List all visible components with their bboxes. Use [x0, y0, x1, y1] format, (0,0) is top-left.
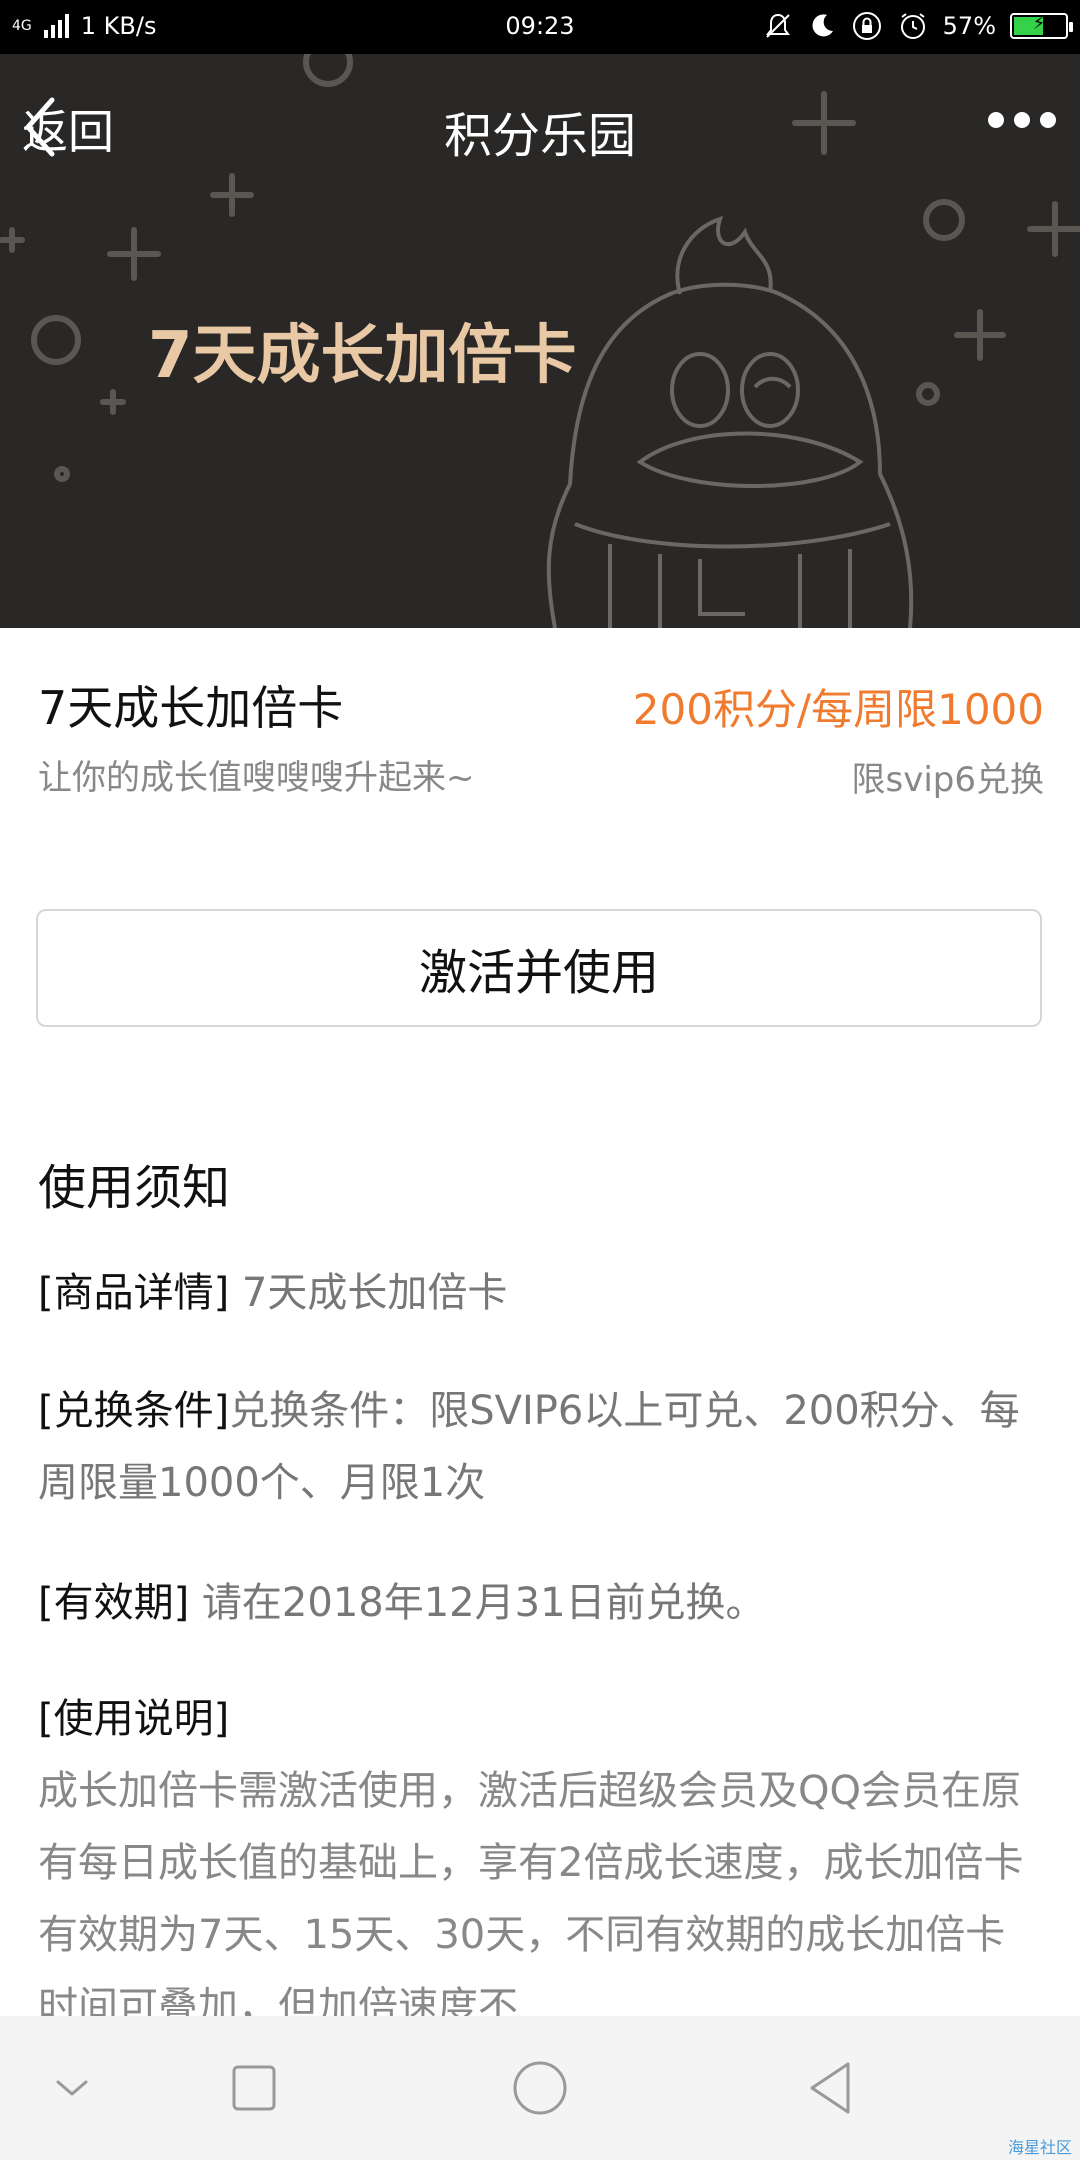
status-bar: 4G 1 KB/s 09:23 57% ⚡	[0, 0, 1080, 54]
chevron-down-icon[interactable]	[42, 2058, 102, 2118]
more-dot-icon	[1040, 112, 1056, 128]
product-name: 7天成长加倍卡	[38, 681, 344, 735]
notice-item-validity: [有效期] 请在2018年12月31日前兑换。	[38, 1567, 1044, 1639]
notice-tag: [商品详情]	[38, 1270, 230, 1316]
page-title: 积分乐园	[443, 108, 636, 164]
notice-item-usage: [使用说明] 成长加倍卡需激活使用，激活后超级会员及QQ会员在原有每日成长值的基…	[38, 1683, 1044, 2043]
moon-icon	[812, 14, 833, 37]
notice-text: 成长加倍卡需激活使用，激活后超级会员及QQ会员在原有每日成长值的基础上，享有2倍…	[38, 1768, 1024, 2030]
rotation-lock-icon	[852, 12, 881, 40]
home-circle-icon[interactable]	[510, 2058, 570, 2118]
activate-button[interactable]: 激活并使用	[36, 909, 1042, 1027]
notice-text: 7天成长加倍卡	[229, 1270, 508, 1316]
product-limit: 限svip6兑换	[851, 760, 1045, 800]
notice-tag: [使用说明]	[38, 1696, 230, 1742]
battery-percent: 57%	[942, 12, 996, 40]
notice-heading: 使用须知	[38, 1160, 231, 1216]
product-price: 200积分/每周限1000	[632, 685, 1044, 734]
notice-text: 请在2018年12月31日前兑换。	[189, 1580, 766, 1626]
notice-tag: [兑换条件]	[38, 1388, 230, 1434]
charging-bolt-icon: ⚡	[1032, 13, 1046, 34]
banner: 返回 积分乐园 7天成长加倍卡	[0, 54, 1080, 628]
recents-square-icon[interactable]	[224, 2058, 284, 2118]
notice-item-details: [商品详情] 7天成长加倍卡	[38, 1257, 1044, 1329]
more-dot-icon	[988, 112, 1004, 128]
more-button[interactable]	[988, 112, 1056, 128]
notice-tag: [有效期]	[38, 1580, 190, 1626]
banner-title: 7天成长加倍卡	[148, 319, 577, 393]
back-triangle-icon[interactable]	[800, 2058, 860, 2118]
more-dot-icon	[1014, 112, 1030, 128]
system-nav-bar: 海星社区	[0, 2016, 1080, 2160]
watermark: 海星社区	[1007, 2138, 1072, 2157]
battery-icon: ⚡	[1010, 13, 1073, 39]
notice-item-conditions: [兑换条件]兑换条件：限SVIP6以上可兑、200积分、每周限量1000个、月限…	[38, 1375, 1044, 1519]
status-right: 57% ⚡	[763, 10, 1073, 42]
product-subtitle: 让你的成长值嗖嗖嗖升起来~	[38, 758, 475, 798]
mute-bell-icon	[765, 13, 790, 38]
alarm-icon	[900, 13, 925, 39]
